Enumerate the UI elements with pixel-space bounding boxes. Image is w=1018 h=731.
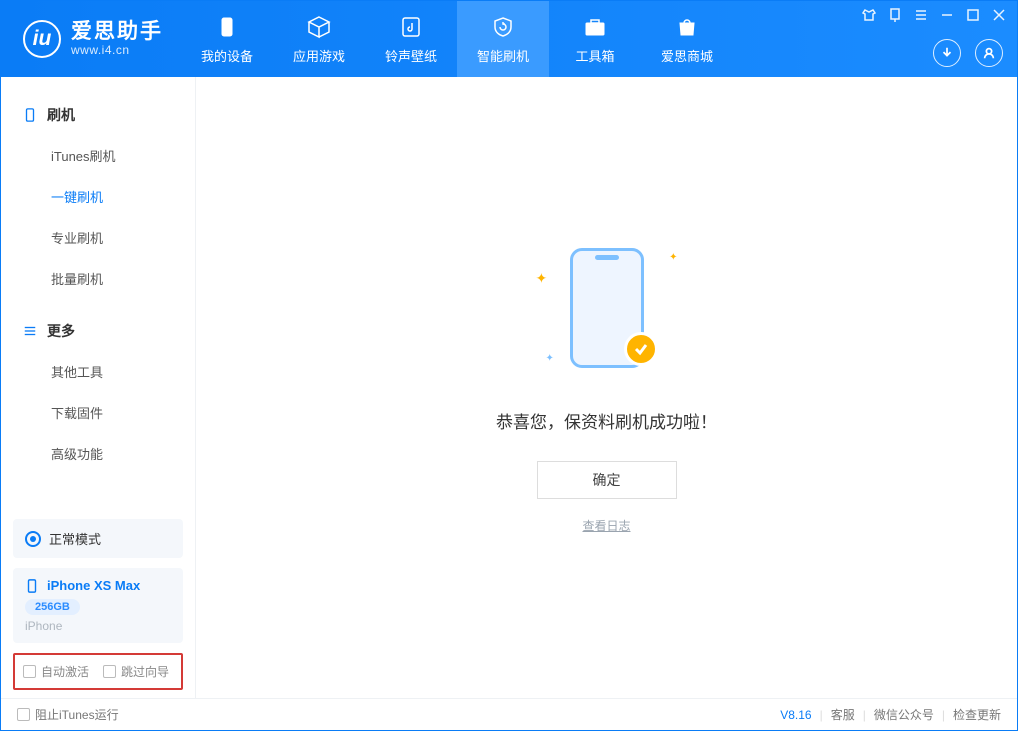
tab-my-device[interactable]: 我的设备 bbox=[181, 1, 273, 77]
skip-guide-checkbox[interactable]: 跳过向导 bbox=[103, 663, 169, 680]
sidebar-item-other[interactable]: 其他工具 bbox=[1, 351, 195, 392]
logo-icon: iu bbox=[23, 20, 61, 58]
phone-icon bbox=[25, 579, 39, 593]
check-badge-icon bbox=[624, 332, 658, 366]
tab-ringtones[interactable]: 铃声壁纸 bbox=[365, 1, 457, 77]
refresh-shield-icon bbox=[490, 14, 516, 40]
auto-activate-checkbox[interactable]: 自动激活 bbox=[23, 663, 89, 680]
sparkle-icon: ✦ bbox=[546, 353, 554, 364]
tab-apps[interactable]: 应用游戏 bbox=[273, 1, 365, 77]
checkbox-label: 自动激活 bbox=[41, 663, 89, 680]
checkbox-icon bbox=[103, 665, 116, 678]
checkbox-label: 跳过向导 bbox=[121, 663, 169, 680]
status-card[interactable]: 正常模式 bbox=[13, 519, 183, 558]
tab-label: 铃声壁纸 bbox=[385, 46, 437, 65]
sidebar-item-firmware[interactable]: 下载固件 bbox=[1, 392, 195, 433]
tab-label: 智能刷机 bbox=[477, 46, 529, 65]
toolbox-icon bbox=[582, 14, 608, 40]
minimize-icon[interactable] bbox=[939, 7, 955, 23]
pin-icon[interactable] bbox=[887, 7, 903, 23]
sidebar-item-batch[interactable]: 批量刷机 bbox=[1, 258, 195, 299]
checkbox-label: 阻止iTunes运行 bbox=[35, 706, 119, 723]
device-name: iPhone XS Max bbox=[47, 578, 140, 593]
checkbox-icon bbox=[23, 665, 36, 678]
success-illustration: ✦ ✦ ✦ bbox=[522, 242, 692, 382]
sidebar-group-more: 更多 bbox=[1, 311, 195, 351]
list-icon bbox=[23, 324, 37, 338]
status-label: 正常模式 bbox=[49, 529, 101, 548]
block-itunes-checkbox[interactable]: 阻止iTunes运行 bbox=[17, 706, 119, 723]
download-button[interactable] bbox=[933, 39, 961, 67]
phone-icon bbox=[23, 108, 37, 122]
view-log-link[interactable]: 查看日志 bbox=[582, 517, 630, 534]
user-button[interactable] bbox=[975, 39, 1003, 67]
tab-label: 爱思商城 bbox=[661, 46, 713, 65]
sidebar-group-flash: 刷机 bbox=[1, 95, 195, 135]
sidebar-group-label: 刷机 bbox=[47, 105, 75, 125]
checkbox-icon bbox=[17, 708, 30, 721]
sidebar-item-itunes[interactable]: iTunes刷机 bbox=[1, 135, 195, 176]
tab-label: 工具箱 bbox=[575, 46, 614, 65]
version-label: V8.16 bbox=[780, 708, 811, 722]
highlighted-options: 自动激活 跳过向导 bbox=[13, 653, 183, 690]
tab-label: 应用游戏 bbox=[293, 46, 345, 65]
header: iu 爱思助手 www.i4.cn 我的设备 应用游戏 铃声壁纸 智能刷机 bbox=[1, 1, 1017, 77]
body: 刷机 iTunes刷机 一键刷机 专业刷机 批量刷机 更多 其他工具 下载固件 … bbox=[1, 77, 1017, 698]
tab-toolbox[interactable]: 工具箱 bbox=[549, 1, 641, 77]
footer-link-update[interactable]: 检查更新 bbox=[953, 706, 1001, 723]
close-icon[interactable] bbox=[991, 7, 1007, 23]
sidebar-bottom: 正常模式 iPhone XS Max 256GB iPhone 自动激活 bbox=[1, 519, 195, 698]
logo: iu 爱思助手 www.i4.cn bbox=[1, 20, 181, 58]
maximize-icon[interactable] bbox=[965, 7, 981, 23]
shirt-icon[interactable] bbox=[861, 7, 877, 23]
sidebar-group-label: 更多 bbox=[47, 321, 75, 341]
app-title: 爱思助手 bbox=[71, 20, 163, 44]
tab-flash[interactable]: 智能刷机 bbox=[457, 1, 549, 77]
tab-label: 我的设备 bbox=[201, 46, 253, 65]
sparkle-icon: ✦ bbox=[669, 252, 677, 263]
storage-badge: 256GB bbox=[25, 599, 80, 615]
music-icon bbox=[398, 14, 424, 40]
main-panel: ✦ ✦ ✦ 恭喜您，保资料刷机成功啦！ 确定 查看日志 bbox=[196, 77, 1017, 698]
app-subtitle: www.i4.cn bbox=[71, 44, 163, 58]
sidebar-nav: 刷机 iTunes刷机 一键刷机 专业刷机 批量刷机 更多 其他工具 下载固件 … bbox=[1, 77, 195, 519]
sidebar-item-advanced[interactable]: 高级功能 bbox=[1, 433, 195, 474]
menu-icon[interactable] bbox=[913, 7, 929, 23]
cube-icon bbox=[306, 14, 332, 40]
device-card[interactable]: iPhone XS Max 256GB iPhone bbox=[13, 568, 183, 643]
device-icon bbox=[214, 14, 240, 40]
bag-icon bbox=[674, 14, 700, 40]
window-controls bbox=[861, 7, 1007, 23]
sidebar-item-pro[interactable]: 专业刷机 bbox=[1, 217, 195, 258]
status-dot-icon bbox=[25, 531, 41, 547]
sidebar: 刷机 iTunes刷机 一键刷机 专业刷机 批量刷机 更多 其他工具 下载固件 … bbox=[1, 77, 196, 698]
tab-store[interactable]: 爱思商城 bbox=[641, 1, 733, 77]
footer-link-wechat[interactable]: 微信公众号 bbox=[874, 706, 934, 723]
sparkle-icon: ✦ bbox=[536, 270, 548, 287]
footer: 阻止iTunes运行 V8.16 | 客服 | 微信公众号 | 检查更新 bbox=[1, 698, 1017, 730]
footer-link-service[interactable]: 客服 bbox=[831, 706, 855, 723]
success-message: 恭喜您，保资料刷机成功啦！ bbox=[496, 408, 717, 433]
header-actions bbox=[933, 39, 1003, 67]
footer-right: V8.16 | 客服 | 微信公众号 | 检查更新 bbox=[780, 706, 1001, 723]
header-tabs: 我的设备 应用游戏 铃声壁纸 智能刷机 工具箱 爱思商城 bbox=[181, 1, 733, 77]
app-window: iu 爱思助手 www.i4.cn 我的设备 应用游戏 铃声壁纸 智能刷机 bbox=[0, 0, 1018, 731]
device-type: iPhone bbox=[25, 619, 171, 633]
ok-button[interactable]: 确定 bbox=[537, 461, 677, 499]
sidebar-item-oneclick[interactable]: 一键刷机 bbox=[1, 176, 195, 217]
